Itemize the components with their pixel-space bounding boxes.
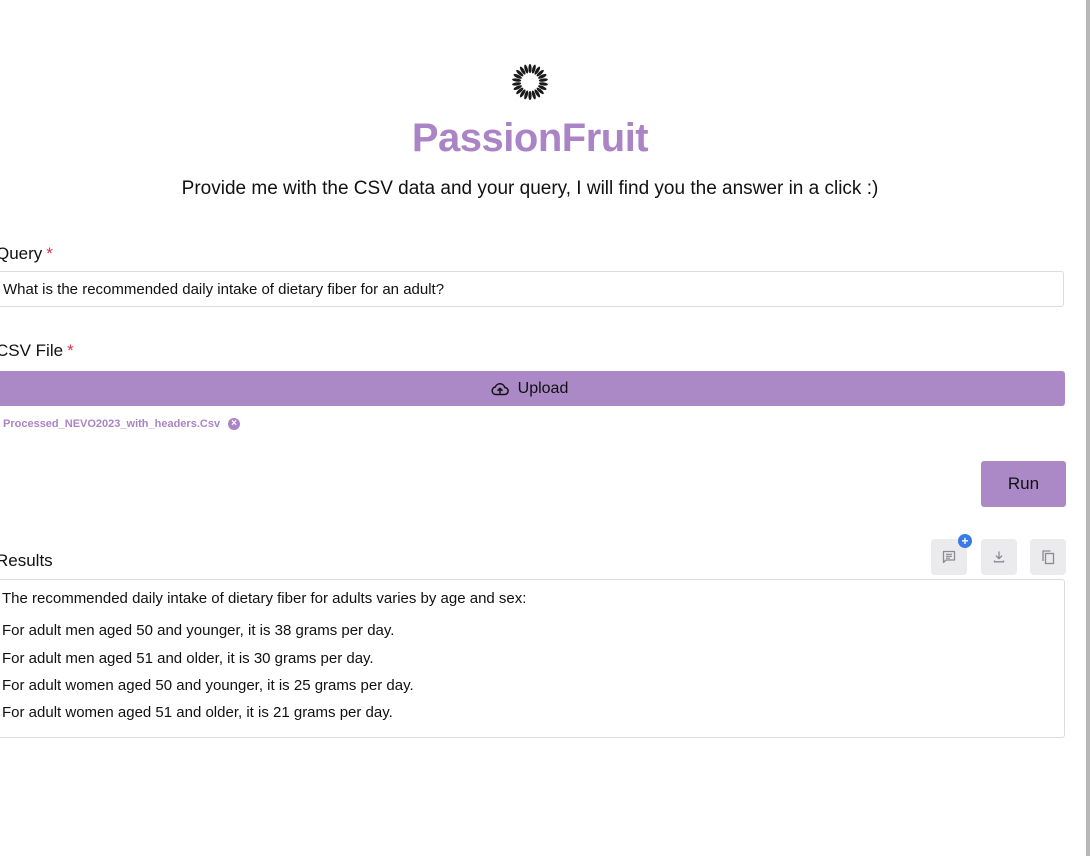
uploaded-file-chip: Processed_NEVO2023_with_headers.Csv × (3, 418, 241, 430)
remove-file-icon[interactable]: × (228, 418, 241, 430)
uploaded-file-name: Processed_NEVO2023_with_headers.Csv (3, 418, 221, 430)
cloud-upload-icon (491, 382, 509, 395)
result-line: For adult men aged 51 and older, it is 3… (2, 650, 374, 667)
result-line: The recommended daily intake of dietary … (2, 590, 527, 607)
csv-file-label: CSV File * (0, 341, 74, 361)
comment-icon (942, 550, 956, 564)
results-output: The recommended daily intake of dietary … (0, 579, 1065, 738)
sunburst-logo-icon (512, 63, 548, 101)
app-title: PassionFruit (411, 116, 649, 160)
run-button[interactable]: Run (981, 461, 1066, 507)
page-scrollbar[interactable] (1086, 0, 1090, 856)
copy-button[interactable] (1030, 539, 1066, 575)
query-input[interactable] (0, 271, 1064, 307)
result-line: For adult men aged 50 and younger, it is… (2, 622, 395, 639)
results-label: Results (0, 551, 53, 570)
required-mark: * (67, 341, 74, 360)
result-line: For adult women aged 51 and older, it is… (2, 704, 393, 721)
download-button[interactable] (981, 539, 1017, 575)
csv-file-label-text: CSV File (0, 341, 64, 360)
result-line: For adult women aged 50 and younger, it … (2, 677, 414, 694)
query-label-text: Query (0, 244, 43, 263)
download-icon (993, 551, 1005, 563)
upload-button[interactable]: Upload (0, 371, 1065, 406)
run-label: Run (1007, 474, 1040, 493)
copy-icon (1042, 550, 1055, 565)
scrollbar-thumb[interactable] (1086, 0, 1090, 856)
app-subtitle: Provide me with the CSV data and your qu… (181, 178, 879, 199)
upload-label: Upload (517, 379, 569, 397)
feedback-badge-plus-icon: + (958, 534, 972, 548)
query-label: Query * (0, 244, 53, 264)
required-mark: * (46, 244, 53, 263)
app-page: PassionFruit Provide me with the CSV dat… (0, 0, 1090, 856)
